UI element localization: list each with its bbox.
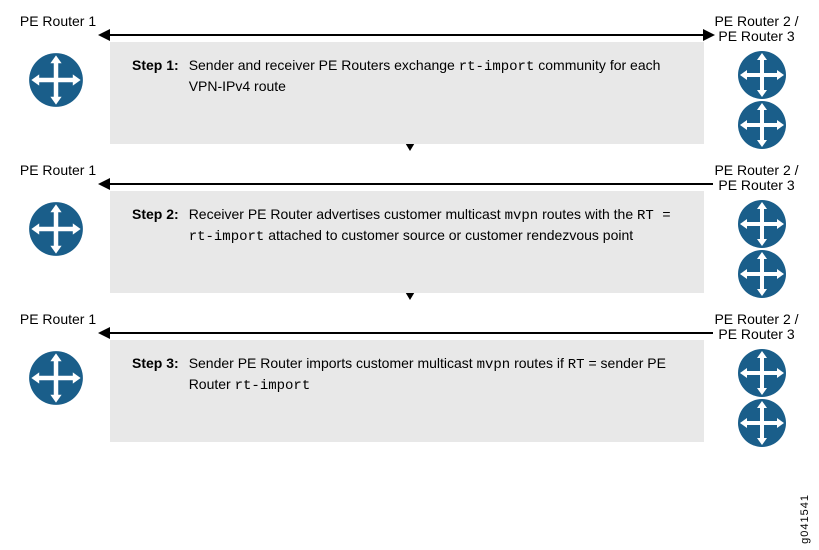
step-label: Step 3: bbox=[132, 354, 179, 396]
router-icon bbox=[737, 398, 787, 448]
router-icon-left bbox=[28, 350, 84, 406]
mvpn-diagram: PE Router 1 PE Router 2 / PE Router 3 St… bbox=[0, 12, 819, 412]
step-text: Sender PE Router imports customer multic… bbox=[189, 354, 682, 396]
horizontal-arrow bbox=[100, 34, 713, 36]
step-block: PE Router 1 PE Router 2 / PE Router 3 St… bbox=[0, 12, 819, 114]
router-icon bbox=[737, 348, 787, 398]
router-icon bbox=[737, 50, 787, 100]
code-text: RT = rt-import bbox=[189, 208, 671, 245]
pe-router-left-label: PE Router 1 bbox=[18, 163, 98, 178]
figure-id: g041541 bbox=[799, 494, 811, 544]
router-icon bbox=[28, 52, 84, 108]
router-icon-right-stack bbox=[737, 199, 787, 299]
step-description-box: Step 3: Sender PE Router imports custome… bbox=[110, 340, 704, 442]
step-description-box: Step 2: Receiver PE Router advertises cu… bbox=[110, 191, 704, 293]
router-icon-right-stack bbox=[737, 50, 787, 150]
step-block: PE Router 1 PE Router 2 / PE Router 3 St… bbox=[0, 310, 819, 412]
router-icon bbox=[737, 100, 787, 150]
pe-router-right-label: PE Router 2 / PE Router 3 bbox=[704, 312, 809, 343]
horizontal-arrow bbox=[100, 332, 713, 334]
router-icon-left bbox=[28, 52, 84, 108]
pe-router-right-label: PE Router 2 / PE Router 3 bbox=[704, 14, 809, 45]
router-icon bbox=[737, 199, 787, 249]
step-description-box: Step 1: Sender and receiver PE Routers e… bbox=[110, 42, 704, 144]
step-label: Step 2: bbox=[132, 205, 179, 247]
code-text: RT bbox=[568, 357, 585, 373]
step-block: PE Router 1 PE Router 2 / PE Router 3 St… bbox=[0, 161, 819, 263]
router-icon bbox=[28, 201, 84, 257]
router-icon bbox=[737, 249, 787, 299]
pe-router-left-label: PE Router 1 bbox=[18, 312, 98, 327]
router-icon-left bbox=[28, 201, 84, 257]
step-text: Sender and receiver PE Routers exchange … bbox=[189, 56, 682, 96]
pe-router-left-label: PE Router 1 bbox=[18, 14, 98, 29]
router-icon bbox=[28, 350, 84, 406]
pe-router-right-label: PE Router 2 / PE Router 3 bbox=[704, 163, 809, 194]
horizontal-arrow bbox=[100, 183, 713, 185]
code-text: mvpn bbox=[477, 357, 511, 373]
code-text: mvpn bbox=[505, 208, 539, 224]
step-text: Receiver PE Router advertises customer m… bbox=[189, 205, 682, 247]
router-icon-right-stack bbox=[737, 348, 787, 448]
step-label: Step 1: bbox=[132, 56, 179, 96]
code-text: rt-import bbox=[235, 378, 311, 394]
code-text: rt-import bbox=[459, 59, 535, 75]
